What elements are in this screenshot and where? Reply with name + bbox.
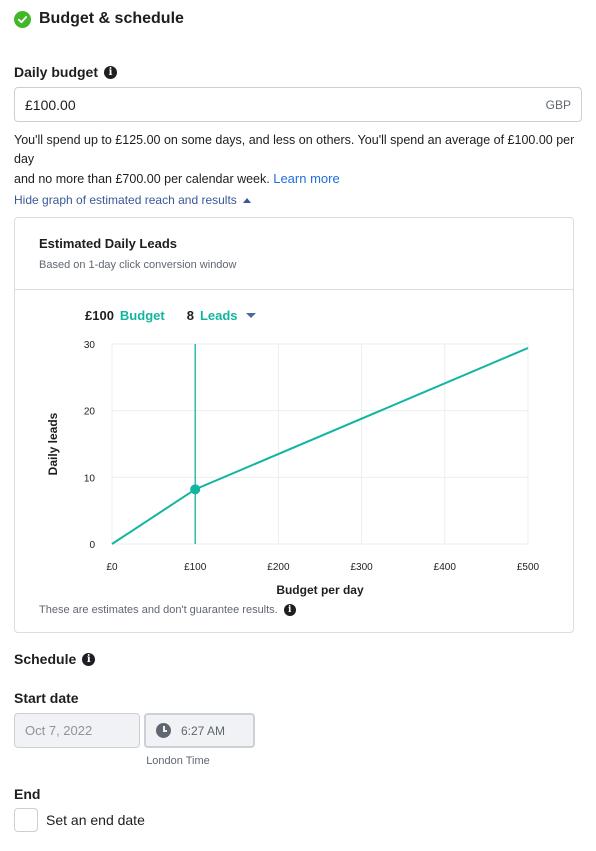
info-icon[interactable]: i (104, 65, 118, 79)
start-date-label-row: Start date (14, 690, 79, 706)
end-label: End (14, 786, 41, 802)
start-date-label: Start date (14, 690, 79, 706)
x-tick-label: £100 (184, 562, 207, 573)
schedule-label: Schedule (14, 651, 77, 667)
daily-budget-input[interactable]: £100.00 GBP (14, 87, 582, 122)
x-tick-label: £200 (267, 562, 290, 573)
timezone-label: London Time (146, 755, 210, 767)
end-label-row: End (14, 786, 40, 802)
budget-help-text: You'll spend up to £125.00 on some days,… (14, 131, 584, 189)
x-tick-label: £300 (350, 562, 373, 573)
budget-value[interactable]: £100.00 (25, 97, 546, 113)
start-date-input[interactable]: Oct 7, 2022 (14, 713, 140, 748)
end-date-checkbox-row[interactable]: Set an end date (14, 808, 145, 832)
y-tick-label: 30 (84, 340, 96, 351)
x-tick-label: £500 (517, 562, 540, 573)
budget-help-line2: and no more than £700.00 per calendar we… (14, 172, 270, 186)
graph-card: Estimated Daily Leads Based on 1-day cli… (14, 217, 574, 633)
disclaimer-row: These are estimates and don't guarantee … (39, 604, 296, 616)
caret-up-icon (242, 197, 251, 203)
learn-more-link[interactable]: Learn more (273, 171, 339, 186)
x-tick-label: £400 (434, 562, 457, 573)
clock-icon (156, 723, 171, 738)
end-date-checkbox-label[interactable]: Set an end date (46, 812, 145, 828)
y-axis-label: Daily leads (46, 412, 60, 475)
hide-graph-label[interactable]: Hide graph of estimated reach and result… (14, 193, 237, 207)
end-date-checkbox[interactable] (14, 808, 38, 832)
y-tick-label: 10 (84, 473, 96, 484)
start-date-value[interactable]: Oct 7, 2022 (25, 723, 92, 738)
budget-marker-point (190, 484, 201, 495)
budget-help-line1: You'll spend up to £125.00 on some days,… (14, 133, 575, 166)
info-icon[interactable]: i (82, 652, 96, 666)
section-title: Budget & schedule (39, 10, 184, 27)
daily-budget-label: Daily budget (14, 64, 99, 80)
y-tick-label: 0 (89, 540, 95, 551)
schedule-label-row: Schedule i (14, 651, 96, 667)
x-tick-label: £0 (106, 562, 118, 573)
checkmark-circle-icon (14, 10, 31, 28)
leads-chart: 0 10 20 30 £0 £100 £200 £300 £400 £500 Budget per … (46, 340, 540, 597)
currency-label: GBP (545, 97, 571, 112)
disclaimer-text: These are estimates and don't guarantee … (39, 604, 278, 616)
start-time-value[interactable]: 6:27 AM (181, 724, 225, 738)
daily-budget-label-row: Daily budget i (14, 64, 118, 80)
hide-graph-toggle[interactable]: Hide graph of estimated reach and result… (14, 193, 251, 207)
x-axis-label: Budget per day (276, 583, 364, 597)
y-tick-label: 20 (84, 407, 96, 418)
section-header: Budget & schedule (14, 10, 184, 28)
info-icon[interactable]: i (283, 604, 296, 616)
start-time-input[interactable]: 6:27 AM (144, 713, 255, 748)
leads-series-line (111, 347, 529, 545)
